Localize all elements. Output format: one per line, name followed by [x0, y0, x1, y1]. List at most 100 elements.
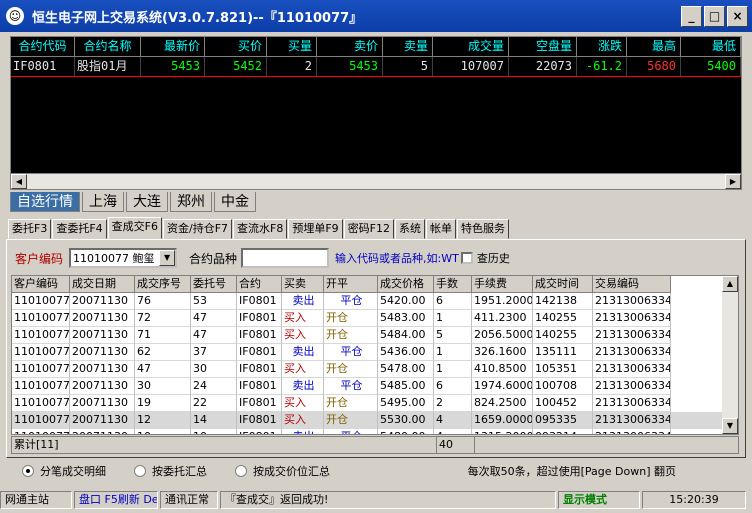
quote-col[interactable]: 成交量 [433, 37, 509, 57]
tab-zhengzhou[interactable]: 郑州 [170, 192, 212, 212]
table-cell: 10 [135, 429, 191, 434]
scroll-up-icon[interactable]: ▲ [722, 276, 738, 292]
close-button[interactable]: × [727, 6, 748, 27]
col-header[interactable]: 交易编码 [593, 276, 671, 293]
quote-col[interactable]: 最低 [681, 37, 741, 57]
horizontal-scrollbar[interactable]: ◀ ▶ [11, 173, 741, 189]
quote-board[interactable]: 合约代码 合约名称 最新价 买价 买量 卖价 卖量 成交量 空盘量 涨跌 最高 … [10, 36, 742, 190]
radio-by-order-label: 按委托汇总 [152, 465, 207, 478]
table-cell: 12 [135, 412, 191, 429]
table-cell: 5 [434, 327, 472, 344]
tab-query-flow[interactable]: 查流水F8 [233, 219, 288, 239]
tab-preset-orders[interactable]: 预埋单F9 [288, 219, 343, 239]
total-lots: 40 [437, 437, 475, 453]
col-header[interactable]: 开平 [324, 276, 378, 293]
quote-col[interactable]: 最高 [627, 37, 681, 57]
table-cell: 6 [434, 293, 472, 310]
table-row[interactable]: 11010077 20071130 12 14 IF0801 买入 开仓 5530.00 4 16… [12, 412, 738, 429]
tab-statement[interactable]: 帐单 [426, 219, 457, 239]
client-label: 客户编码 [15, 251, 64, 266]
vertical-scrollbar[interactable]: ▲ ▼ [722, 276, 738, 434]
status-refresh[interactable]: 盘口 F5刷新 De [74, 491, 158, 509]
radio-by-price[interactable]: 按成交价位汇总 [235, 463, 330, 479]
quote-cell-bid: 5452 [205, 57, 267, 76]
chevron-down-icon[interactable]: ▼ [159, 250, 176, 266]
table-row[interactable]: 11010077 20071130 19 22 IF0801 买入 开仓 5495.00 2 82… [12, 395, 738, 412]
table-cell: 47 [135, 361, 191, 378]
tab-dalian[interactable]: 大连 [126, 192, 168, 212]
quote-col[interactable]: 合约代码 [11, 37, 75, 57]
quote-col[interactable]: 买量 [267, 37, 317, 57]
table-row[interactable]: 11010077 20071130 71 47 IF0801 买入 开仓 5484.00 5 20… [12, 327, 738, 344]
table-cell: 20071130 [70, 310, 135, 327]
client-select[interactable]: 11010077 鲍玺 ▼ [69, 248, 178, 268]
quote-col[interactable]: 卖量 [383, 37, 433, 57]
tab-watchlist[interactable]: 自选行情 [10, 192, 80, 212]
contract-input[interactable] [241, 248, 330, 268]
col-header[interactable]: 买卖 [282, 276, 324, 293]
tab-password[interactable]: 密码F12 [343, 219, 395, 239]
table-cell: 6 [434, 378, 472, 395]
col-header[interactable]: 成交时间 [533, 276, 593, 293]
table-cell: IF0801 [237, 293, 282, 310]
radio-dot-icon[interactable] [22, 465, 34, 477]
table-cell: 买入 [282, 395, 324, 412]
radio-detail[interactable]: 分笔成交明细 [22, 463, 106, 479]
scroll-right-icon[interactable]: ▶ [725, 174, 741, 189]
table-row[interactable]: 11010077 20071130 62 37 IF0801 卖出 平仓 5436.00 1 32… [12, 344, 738, 361]
quote-cell-code: IF0801 [11, 57, 75, 76]
tab-order[interactable]: 委托F3 [8, 219, 52, 239]
quote-col[interactable]: 最新价 [141, 37, 205, 57]
table-row[interactable]: 11010077200711301010IF0801卖出平仓5480.00413… [12, 429, 738, 434]
tab-query-orders[interactable]: 查委托F4 [52, 219, 107, 239]
quote-cell-change: -61.2 [577, 57, 627, 76]
table-cell: 11010077 [12, 429, 70, 434]
col-header[interactable]: 成交价格 [378, 276, 434, 293]
table-cell: 20071130 [70, 429, 135, 434]
quote-col[interactable]: 买价 [205, 37, 267, 57]
tab-query-trades[interactable]: 查成交F6 [107, 217, 162, 239]
table-cell: 22 [191, 395, 237, 412]
radio-dot-icon[interactable] [235, 465, 247, 477]
minimize-button[interactable]: _ [681, 6, 702, 27]
tab-cffex[interactable]: 中金 [214, 192, 256, 212]
radio-by-order[interactable]: 按委托汇总 [134, 463, 207, 479]
col-header[interactable]: 成交日期 [70, 276, 135, 293]
col-header[interactable]: 客户编码 [12, 276, 70, 293]
table-cell: IF0801 [237, 344, 282, 361]
col-header[interactable]: 成交序号 [135, 276, 191, 293]
quote-col[interactable]: 合约名称 [75, 37, 141, 57]
tab-shanghai[interactable]: 上海 [82, 192, 124, 212]
col-header[interactable]: 手数 [434, 276, 472, 293]
maximize-button[interactable]: □ [704, 6, 725, 27]
history-checkbox[interactable] [460, 252, 473, 264]
quote-cell-high: 5680 [627, 57, 681, 76]
quote-col[interactable]: 涨跌 [577, 37, 627, 57]
app-icon[interactable]: ☺ [6, 7, 24, 25]
scroll-left-icon[interactable]: ◀ [11, 174, 27, 189]
radio-dot-icon[interactable] [134, 465, 146, 477]
page-hint: 每次取50条，超过使用[Page Down] 翻页 [467, 465, 676, 478]
quote-col[interactable]: 卖价 [317, 37, 383, 57]
table-row[interactable]: 11010077 20071130 76 53 IF0801 卖出 平仓 5420.00 6 19… [12, 293, 738, 310]
tab-funds-positions[interactable]: 资金/持仓F7 [162, 219, 233, 239]
table-cell: 37 [191, 344, 237, 361]
tab-special-services[interactable]: 特色服务 [457, 219, 510, 239]
table-cell: 213130063342 [593, 412, 671, 429]
quote-row[interactable]: IF0801 股指01月 5453 5452 2 5453 5 107007 2… [11, 57, 741, 77]
tab-system[interactable]: 系统 [395, 219, 426, 239]
table-row[interactable]: 11010077 20071130 47 30 IF0801 买入 开仓 5478.00 1 41… [12, 361, 738, 378]
table-cell: 53 [191, 293, 237, 310]
history-label: 查历史 [476, 252, 510, 265]
table-row[interactable]: 11010077 20071130 30 24 IF0801 卖出 平仓 5485.00 6 19… [12, 378, 738, 395]
col-header[interactable]: 手续费 [472, 276, 533, 293]
quote-col[interactable]: 空盘量 [509, 37, 577, 57]
table-row[interactable]: 11010077 20071130 72 47 IF0801 买入 开仓 5483.00 1 41… [12, 310, 738, 327]
title-bar: ☺ 恒生电子网上交易系统(V3.0.7.821)--『11010077』 _ □… [0, 0, 752, 32]
col-header[interactable]: 合约 [237, 276, 282, 293]
scroll-down-icon[interactable]: ▼ [722, 418, 738, 434]
table-cell: 213130063342 [593, 429, 671, 434]
col-header[interactable]: 委托号 [191, 276, 237, 293]
table-cell: 4 [434, 412, 472, 429]
table-cell: 5478.00 [378, 361, 434, 378]
